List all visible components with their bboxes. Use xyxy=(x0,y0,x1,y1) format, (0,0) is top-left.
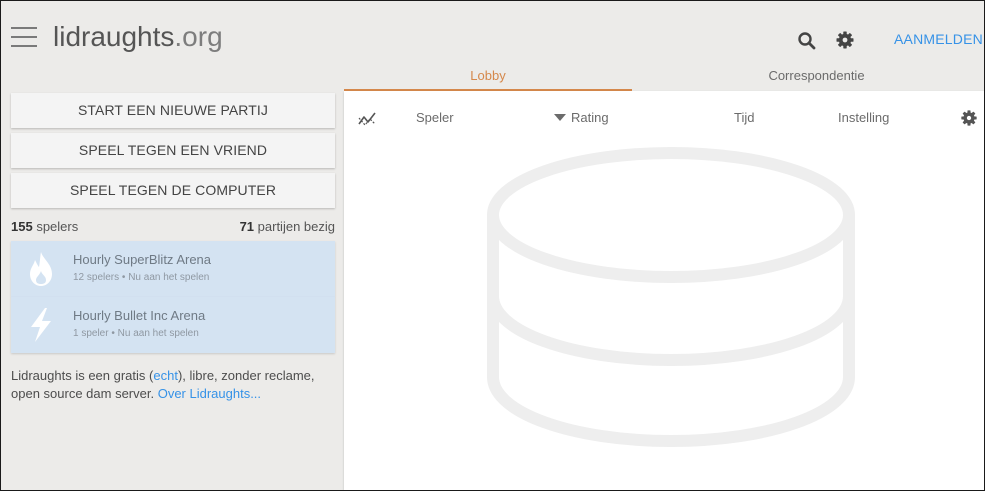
lobby-panel: Speler Rating Tijd Instelling xyxy=(344,91,984,490)
flame-icon xyxy=(30,252,52,286)
col-mode[interactable]: Instelling xyxy=(838,110,889,125)
lobby-tabs: Lobby Correspondentie xyxy=(344,65,984,91)
signin-link[interactable]: AANMELDEN xyxy=(894,31,983,47)
players-count[interactable]: 155 spelers xyxy=(11,219,78,234)
site-logo[interactable]: lidraughts.org xyxy=(53,19,223,55)
tab-lobby[interactable]: Lobby xyxy=(344,65,632,91)
tournament-info: 12 spelers • Nu aan het spelen xyxy=(73,272,210,283)
hamburger-icon[interactable] xyxy=(11,27,37,47)
col-rating[interactable]: Rating xyxy=(554,110,609,125)
lobby-counters: 155 spelers 71 partijen bezig xyxy=(11,219,335,237)
empty-database-icon xyxy=(487,147,855,448)
gear-icon[interactable] xyxy=(960,109,978,127)
tournament-item[interactable]: Hourly SuperBlitz Arena 12 spelers • Nu … xyxy=(11,241,335,297)
players-count-label: spelers xyxy=(32,219,79,234)
col-rating-label: Rating xyxy=(571,110,609,125)
play-friend-button[interactable]: SPEEL TEGEN EEN VRIEND xyxy=(11,133,335,168)
create-game-button[interactable]: START EEN NIEUWE PARTIJ xyxy=(11,93,335,128)
lidraughts-page: lidraughts.org AANMELDEN Lobby Correspon… xyxy=(0,0,985,491)
about-link[interactable]: Over Lidraughts... xyxy=(158,386,261,401)
about-text: Lidraughts is een gratis (echt), libre, … xyxy=(11,367,326,403)
tournament-name: Hourly SuperBlitz Arena xyxy=(73,252,212,267)
logo-main: lidraughts xyxy=(53,21,175,52)
tournament-item[interactable]: Hourly Bullet Inc Arena 1 speler • Nu aa… xyxy=(11,297,335,353)
logo-tld: .org xyxy=(174,21,223,52)
players-count-number: 155 xyxy=(11,219,33,234)
search-icon[interactable] xyxy=(797,31,817,51)
free-link[interactable]: echt xyxy=(153,368,178,383)
sort-desc-icon xyxy=(554,114,566,121)
col-time[interactable]: Tijd xyxy=(734,110,754,125)
tournament-info: 1 speler • Nu aan het spelen xyxy=(73,328,199,339)
gear-icon[interactable] xyxy=(835,30,855,50)
about-text-part: Lidraughts is een gratis ( xyxy=(11,368,154,383)
lightning-icon xyxy=(31,308,51,342)
tournament-name: Hourly Bullet Inc Arena xyxy=(73,308,206,323)
tab-correspondence[interactable]: Correspondentie xyxy=(674,65,959,91)
games-count-label: partijen bezig xyxy=(254,219,335,234)
col-player[interactable]: Speler xyxy=(416,110,454,125)
play-computer-button[interactable]: SPEEL TEGEN DE COMPUTER xyxy=(11,173,335,208)
site-header: lidraughts.org AANMELDEN xyxy=(1,1,984,65)
games-count-number: 71 xyxy=(239,219,255,234)
graph-icon[interactable] xyxy=(357,109,377,129)
games-count[interactable]: 71 partijen bezig xyxy=(240,219,335,234)
